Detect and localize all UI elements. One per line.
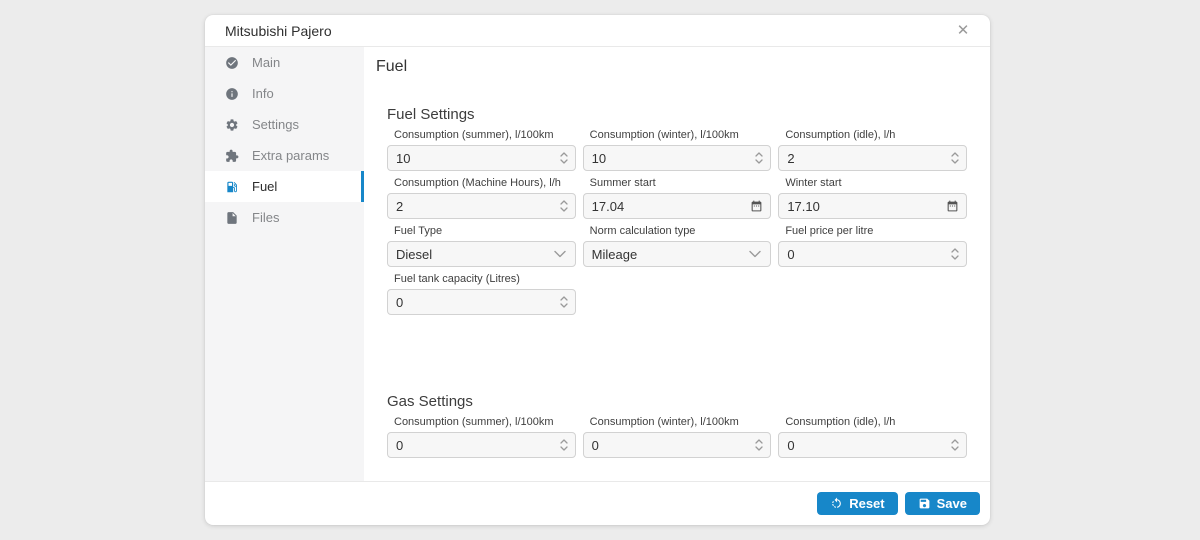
- norm-calculation-type-select[interactable]: Mileage: [583, 241, 772, 267]
- field-label: Consumption (idle), l/h: [785, 129, 967, 141]
- field-label: Consumption (Machine Hours), l/h: [394, 177, 576, 189]
- field-label: Winter start: [785, 177, 967, 189]
- fuel-pump-icon: [225, 180, 239, 194]
- field-fuel-tank-capacity: Fuel tank capacity (Litres): [387, 273, 576, 315]
- field-label: Consumption (winter), l/100km: [590, 129, 772, 141]
- sidebar-item-extra-params[interactable]: Extra params: [205, 140, 364, 171]
- sidebar-item-main[interactable]: Main: [205, 47, 364, 78]
- save-button-label: Save: [937, 496, 967, 511]
- fuel-page: Fuel Fuel Settings Consumption (summer),…: [364, 47, 990, 481]
- gas-settings-grid: Consumption (summer), l/100km Consumptio…: [387, 416, 967, 458]
- spinner-icon[interactable]: [560, 295, 568, 309]
- consumption-machine-hours-input[interactable]: [387, 193, 576, 219]
- reset-button[interactable]: Reset: [817, 492, 897, 515]
- dialog-body: Main Info Settings Extra params Fuel Fil…: [205, 47, 990, 481]
- chevron-down-icon: [749, 251, 761, 258]
- undo-icon: [830, 497, 843, 510]
- sidebar-item-settings[interactable]: Settings: [205, 109, 364, 140]
- field-gas-consumption-summer: Consumption (summer), l/100km: [387, 416, 576, 458]
- gas-consumption-idle-input[interactable]: [778, 432, 967, 458]
- sidebar-item-label: Settings: [252, 117, 299, 132]
- field-winter-start: Winter start: [778, 177, 967, 219]
- info-circle-icon: [225, 87, 239, 101]
- field-label: Consumption (summer), l/100km: [394, 416, 576, 428]
- close-button[interactable]: ✕: [954, 22, 972, 40]
- sidebar-item-label: Fuel: [252, 179, 277, 194]
- field-norm-calculation-type: Norm calculation type Mileage: [583, 225, 772, 267]
- sidebar-item-label: Info: [252, 86, 274, 101]
- field-label: Consumption (idle), l/h: [785, 416, 967, 428]
- sidebar: Main Info Settings Extra params Fuel Fil…: [205, 47, 364, 481]
- spinner-icon[interactable]: [755, 151, 763, 165]
- reset-button-label: Reset: [849, 496, 884, 511]
- gas-consumption-summer-input[interactable]: [387, 432, 576, 458]
- dialog-footer: Reset Save: [205, 481, 990, 525]
- check-circle-icon: [225, 56, 239, 70]
- field-summer-start: Summer start: [583, 177, 772, 219]
- consumption-idle-input[interactable]: [778, 145, 967, 171]
- gas-consumption-winter-input[interactable]: [583, 432, 772, 458]
- spinner-icon[interactable]: [560, 151, 568, 165]
- field-consumption-machine-hours: Consumption (Machine Hours), l/h: [387, 177, 576, 219]
- field-label: Consumption (summer), l/100km: [394, 129, 576, 141]
- vehicle-settings-dialog: Mitsubishi Pajero ✕ Main Info Settings E…: [205, 15, 990, 525]
- field-label: Fuel Type: [394, 225, 576, 237]
- field-gas-consumption-winter: Consumption (winter), l/100km: [583, 416, 772, 458]
- winter-start-input[interactable]: [778, 193, 967, 219]
- spinner-icon[interactable]: [755, 438, 763, 452]
- field-fuel-type: Fuel Type Diesel: [387, 225, 576, 267]
- fuel-settings-section: Fuel Settings Consumption (summer), l/10…: [387, 106, 967, 315]
- save-button[interactable]: Save: [905, 492, 980, 515]
- field-consumption-idle: Consumption (idle), l/h: [778, 129, 967, 171]
- spinner-icon[interactable]: [951, 438, 959, 452]
- dialog-header: Mitsubishi Pajero ✕: [205, 15, 990, 47]
- consumption-winter-input[interactable]: [583, 145, 772, 171]
- spinner-icon[interactable]: [560, 438, 568, 452]
- sidebar-item-label: Files: [252, 210, 279, 225]
- close-icon: ✕: [957, 23, 970, 38]
- sidebar-item-label: Main: [252, 55, 280, 70]
- sidebar-item-info[interactable]: Info: [205, 78, 364, 109]
- save-icon: [918, 497, 931, 510]
- field-consumption-winter: Consumption (winter), l/100km: [583, 129, 772, 171]
- field-label: Fuel price per litre: [785, 225, 967, 237]
- field-label: Consumption (winter), l/100km: [590, 416, 772, 428]
- gear-icon: [225, 118, 239, 132]
- field-label: Summer start: [590, 177, 772, 189]
- fuel-type-value: Diesel: [396, 247, 432, 262]
- consumption-summer-input[interactable]: [387, 145, 576, 171]
- dialog-title: Mitsubishi Pajero: [225, 23, 332, 39]
- page-title: Fuel: [376, 58, 968, 76]
- spinner-icon[interactable]: [560, 199, 568, 213]
- chevron-down-icon: [554, 251, 566, 258]
- fuel-price-input[interactable]: [778, 241, 967, 267]
- sidebar-item-fuel[interactable]: Fuel: [205, 171, 364, 202]
- fuel-settings-heading: Fuel Settings: [387, 106, 967, 123]
- field-gas-consumption-idle: Consumption (idle), l/h: [778, 416, 967, 458]
- gas-settings-heading: Gas Settings: [387, 393, 967, 410]
- sidebar-item-label: Extra params: [252, 148, 329, 163]
- fuel-tank-capacity-input[interactable]: [387, 289, 576, 315]
- field-consumption-summer: Consumption (summer), l/100km: [387, 129, 576, 171]
- calendar-icon[interactable]: [750, 200, 763, 213]
- fuel-settings-grid: Consumption (summer), l/100km Consumptio…: [387, 129, 967, 315]
- field-label: Norm calculation type: [590, 225, 772, 237]
- gas-settings-section: Gas Settings Consumption (summer), l/100…: [387, 393, 967, 458]
- field-fuel-price: Fuel price per litre: [778, 225, 967, 267]
- spinner-icon[interactable]: [951, 247, 959, 261]
- summer-start-input[interactable]: [583, 193, 772, 219]
- puzzle-icon: [225, 149, 239, 163]
- calendar-icon[interactable]: [946, 200, 959, 213]
- norm-calculation-type-value: Mileage: [592, 247, 638, 262]
- file-icon: [225, 211, 239, 225]
- fuel-type-select[interactable]: Diesel: [387, 241, 576, 267]
- sidebar-item-files[interactable]: Files: [205, 202, 364, 233]
- field-label: Fuel tank capacity (Litres): [394, 273, 576, 285]
- spinner-icon[interactable]: [951, 151, 959, 165]
